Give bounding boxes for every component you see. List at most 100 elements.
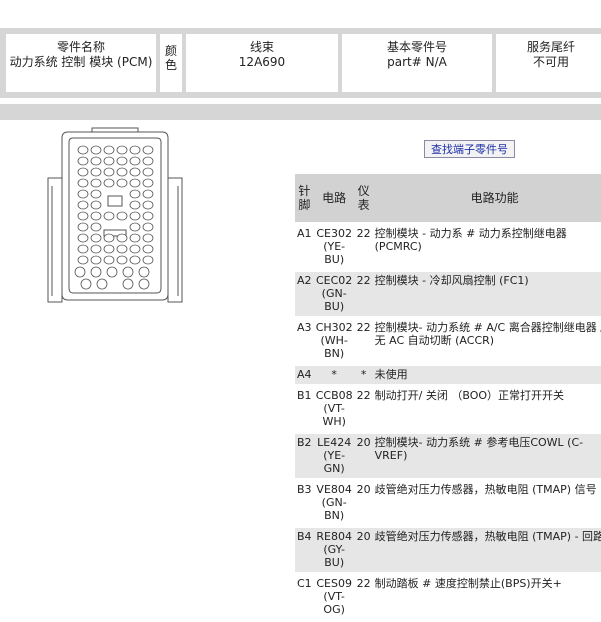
function-cell: 控制模块- 动力系统 # 参考电压COWL (C-VREF) [372,432,601,480]
pin-cavity [129,255,141,265]
pin-cavity [77,178,89,188]
pin-cell: B1 [297,389,312,402]
pin-cavity [129,211,141,221]
pin-cavity [77,222,89,232]
pin-cell: A2 [295,270,314,318]
pin-cavity [142,167,154,177]
base-part-cell: 基本零件号 part# N/A [342,34,492,92]
pin-cavity [90,145,102,155]
pin-cavity [142,233,154,243]
circuit-cell: CH302 (WH-BN) [315,321,353,360]
pin-cavity [129,167,141,177]
gauge-cell: 22 [356,321,371,334]
table-header-row: 针脚 电路 仪表 电路功能 [295,174,601,224]
circuit-cell: CES09 (VT-OG) [316,577,352,616]
pin-cavity [142,211,154,221]
base-part-value: part# N/A [387,55,447,69]
pin-cavity [77,244,89,254]
component-name-label: 零件名称 [56,40,105,54]
service-suffix-value: 不可用 [532,55,569,69]
pin-cavity [90,156,102,166]
large-pin-cavity [74,266,86,278]
pin-cavity [129,178,141,188]
table-row: B4 RE804 (GY-BU) 20 歧管绝对压力传感器，热敏电阻 (TMAP… [295,526,601,574]
pin-cavity [103,156,115,166]
component-name-cell: 零件名称 动力系统 控制 模块 (PCM) [6,34,156,92]
pin-cavity [129,156,141,166]
pin-cavity [103,211,115,221]
function-cell: 控制模块 - 冷却风扇控制 (FC1) [372,270,601,318]
pin-function-table: 针脚 电路 仪表 电路功能 A1 CE302 (YE-BU) 22 控制模块 -… [295,174,601,622]
pin-cavity [77,189,89,199]
header-gauge: 仪表 [354,174,373,224]
function-cell: 制动踏板 # 速度控制禁止(BPS)开关+ [374,577,562,590]
color-cell: 颜色 [160,34,182,92]
pin-cavity [90,233,102,243]
table-row: A2 CEC02 (GN-BU) 22 控制模块 - 冷却风扇控制 (FC1) [295,270,601,318]
base-part-label: 基本零件号 [386,40,447,54]
pin-cell: A3 [297,321,312,334]
pin-cavity [103,145,115,155]
table-row: A3 CH302 (WH-BN) 22 控制模块- 动力系统 # A/C 离合器… [295,318,601,365]
pin-cavity [142,145,154,155]
table-row: C1 CES09 (VT-OG) 22 制动踏板 # 速度控制禁止(BPS)开关… [295,574,601,621]
pin-cavity [103,244,115,254]
service-suffix-label: 服务尾纤 [526,40,575,54]
pin-cavity [77,255,89,265]
large-pin-cavity [138,266,150,278]
pin-cavity [142,189,154,199]
gauge-cell: 20 [354,526,373,574]
pin-cell: B2 [295,432,314,480]
pin-cell: B3 [297,483,312,496]
function-cell: 控制模块- 动力系统 # A/C 离合器控制继电器 / 无 AC 自动切断 (A… [373,318,601,365]
harness-value: 12A690 [238,55,286,69]
service-suffix-cell: 服务尾纤 不可用 [496,34,601,92]
pin-cavity [129,145,141,155]
large-pin-cavity [122,278,134,290]
pin-cavity [103,255,115,265]
pin-cavity [77,211,89,221]
header-pin: 针脚 [295,174,314,224]
large-pin-cavity [96,278,108,290]
function-text: 控制模块 - 动力系 # 动力系控制继电器 (PCMRC) [374,227,567,253]
pin-cell: B4 [295,526,314,574]
pin-cavity [90,178,102,188]
pin-cavity [142,222,154,232]
pin-cavity [90,211,102,221]
circuit-cell: CEC02 (GN-BU) [313,270,355,318]
pin-cavity [90,244,102,254]
pin-cavity [116,244,128,254]
gauge-cell: 20 [356,483,371,496]
header-function: 电路功能 [372,174,601,224]
pin-cavity [142,244,154,254]
pin-cavity [116,211,128,221]
gauge-cell: 20 [354,432,373,480]
pin-cavity [103,178,115,188]
pin-cell: C1 [297,577,312,590]
pin-cavity [116,145,128,155]
connector-face-image [47,127,183,303]
gauge-cell: * [354,364,373,386]
pin-cavity [77,167,89,177]
pin-cavity [129,233,141,243]
table-row: B1 CCB08 (VT-WH) 22 制动打开/ 关闭 （BOO）正常打开开关 [295,386,601,433]
gauge-cell: 22 [356,227,371,240]
component-name-value: 动力系统 控制 模块 (PCM) [9,55,153,69]
pin-cavity [90,189,102,199]
find-terminal-part-button[interactable]: 查找端子零件号 [424,140,515,158]
circuit-cell: CE302 (YE-BU) [316,227,352,266]
pin-cavity [142,156,154,166]
circuit-cell: * [313,364,355,386]
pin-cell: A4 [295,364,314,386]
circuit-cell: LE424 (YE-GN) [313,432,355,480]
table-row: A4 * * 未使用 [295,364,601,386]
section-divider [0,104,601,120]
function-cell: 未使用 [372,364,601,386]
pin-cavity [90,255,102,265]
pin-cavity [142,200,154,210]
pin-cavity [129,222,141,232]
function-cell: 控制模块 - 动力系 # 动力系控制继电器 (PCMRC) [373,224,601,271]
pin-cavity [129,189,141,199]
circuit-cell: CCB08 (VT-WH) [315,389,353,428]
function-cell: 制动打开/ 关闭 （BOO）正常打开开关 [374,389,565,402]
